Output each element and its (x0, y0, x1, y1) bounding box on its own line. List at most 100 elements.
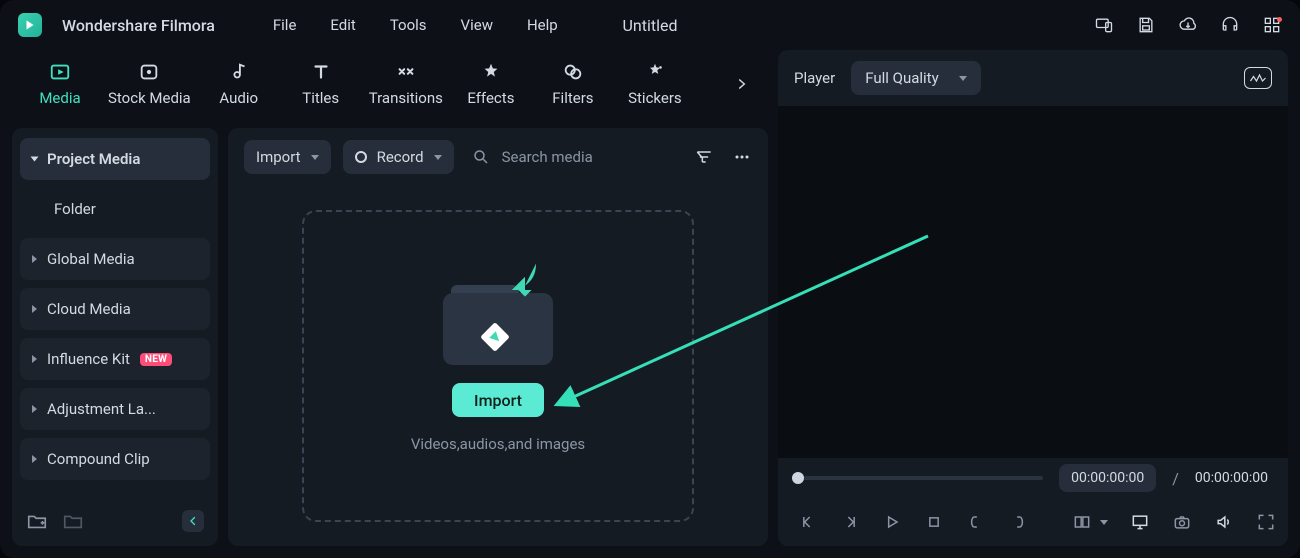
chevron-down-icon (434, 155, 442, 160)
tab-label: Filters (552, 89, 593, 107)
menu-file[interactable]: File (273, 16, 297, 34)
sidebar-item-adjustment-layer[interactable]: Adjustment La... (20, 388, 210, 430)
app-name: Wondershare Filmora (62, 16, 215, 35)
sidebar-collapse-button[interactable] (182, 510, 204, 532)
new-badge: NEW (140, 353, 172, 366)
search-icon (472, 148, 490, 166)
scrub-thumb[interactable] (792, 472, 804, 484)
tab-label: Audio (219, 89, 258, 107)
tab-label: Titles (302, 89, 339, 107)
scrub-track[interactable] (798, 476, 1043, 480)
timecode-current[interactable]: 00:00:00:00 (1059, 464, 1156, 492)
sidebar-item-label: Project Media (47, 150, 140, 168)
chevron-down-icon (311, 155, 319, 160)
mark-in-icon[interactable] (966, 511, 986, 533)
sidebar-item-label: Global Media (47, 250, 135, 268)
title-bar: Wondershare Filmora File Edit Tools View… (0, 0, 1300, 50)
tab-label: Media (39, 89, 80, 107)
menu-view[interactable]: View (461, 16, 493, 34)
chevron-right-icon (32, 255, 37, 263)
chevron-down-icon (959, 76, 967, 81)
support-icon[interactable] (1220, 15, 1240, 35)
tab-stickers[interactable]: Stickers (621, 61, 689, 107)
import-dropdown-label: Import (256, 148, 301, 166)
fullscreen-icon[interactable] (1256, 511, 1276, 533)
snapshot-icon[interactable] (1172, 511, 1192, 533)
record-icon (355, 151, 367, 163)
tab-transitions[interactable]: Transitions (369, 61, 443, 107)
folder-illustration (443, 279, 553, 365)
import-dropzone[interactable]: Import Videos,audios,and images (228, 186, 768, 546)
record-dropdown[interactable]: Record (343, 140, 454, 174)
filmora-mark-icon (481, 323, 509, 351)
tab-label: Stock Media (108, 89, 191, 107)
search-box (472, 147, 670, 167)
chevron-down-icon[interactable] (1100, 520, 1108, 525)
quality-select[interactable]: Full Quality (851, 61, 980, 95)
search-input[interactable] (500, 147, 670, 167)
sidebar-item-label: Compound Clip (47, 450, 150, 468)
mark-out-icon[interactable] (1008, 511, 1028, 533)
sidebar-item-folder[interactable]: Folder (20, 188, 210, 230)
apps-icon[interactable] (1262, 15, 1282, 35)
sidebar-item-compound-clip[interactable]: Compound Clip (20, 438, 210, 480)
tab-audio[interactable]: Audio (205, 61, 273, 107)
media-sidebar: Project Media Folder Global Media Cloud … (12, 128, 218, 546)
chevron-down-icon (31, 157, 39, 162)
app-logo (18, 13, 42, 37)
tab-filters[interactable]: Filters (539, 61, 607, 107)
chevron-right-icon (32, 305, 37, 313)
chevron-right-icon (32, 355, 37, 363)
tab-titles[interactable]: Titles (287, 61, 355, 107)
tabs-scroll-right[interactable] (730, 72, 754, 96)
next-frame-icon[interactable] (840, 511, 860, 533)
tab-label: Stickers (628, 89, 682, 107)
sidebar-item-label: Adjustment La... (47, 400, 156, 418)
sidebar-item-influence-kit[interactable]: Influence Kit NEW (20, 338, 210, 380)
sidebar-item-project-media[interactable]: Project Media (20, 138, 210, 180)
scopes-icon[interactable] (1244, 67, 1272, 89)
menu-bar: File Edit Tools View Help (273, 16, 558, 34)
sidebar-item-global-media[interactable]: Global Media (20, 238, 210, 280)
quality-value: Full Quality (865, 69, 938, 87)
tab-stock-media[interactable]: Stock Media (108, 61, 191, 107)
filter-icon[interactable] (694, 147, 714, 167)
preview-video (778, 106, 1288, 458)
download-arrow-icon (503, 257, 547, 301)
devices-icon[interactable] (1094, 15, 1114, 35)
tab-label: Effects (467, 89, 514, 107)
preview-controls (778, 498, 1288, 546)
new-folder-icon[interactable] (26, 510, 48, 532)
tab-media[interactable]: Media (26, 61, 94, 107)
media-toolbar: Import Record (228, 128, 768, 186)
preview-scrubber: 00:00:00:00 / 00:00:00:00 (778, 458, 1288, 498)
display-icon[interactable] (1130, 511, 1150, 533)
preview-panel: Player Full Quality 00:00:00:00 / 00:00:… (778, 50, 1288, 546)
notification-dot (1277, 17, 1282, 22)
module-tabs: Media Stock Media Audio Titles Transitio… (12, 50, 768, 118)
import-button[interactable]: Import (452, 383, 544, 417)
volume-icon[interactable] (1214, 511, 1234, 533)
chevron-right-icon (32, 405, 37, 413)
stop-icon[interactable] (924, 511, 944, 533)
record-dropdown-label: Record (377, 148, 424, 166)
save-icon[interactable] (1136, 15, 1156, 35)
media-content: Import Record (228, 128, 768, 546)
dropzone-caption: Videos,audios,and images (411, 435, 585, 453)
sidebar-item-cloud-media[interactable]: Cloud Media (20, 288, 210, 330)
folder-icon[interactable] (62, 510, 84, 532)
cloud-download-icon[interactable] (1178, 15, 1198, 35)
chevron-right-icon (32, 455, 37, 463)
compare-icon[interactable] (1072, 511, 1092, 533)
tab-effects[interactable]: Effects (457, 61, 525, 107)
sidebar-item-label: Cloud Media (47, 300, 131, 318)
play-icon[interactable] (882, 511, 902, 533)
import-dropdown[interactable]: Import (244, 140, 331, 174)
menu-edit[interactable]: Edit (330, 16, 355, 34)
sidebar-item-label: Influence Kit (47, 350, 130, 368)
menu-help[interactable]: Help (527, 16, 558, 34)
more-icon[interactable] (732, 147, 752, 167)
timecode-separator: / (1172, 469, 1179, 488)
prev-frame-icon[interactable] (798, 511, 818, 533)
menu-tools[interactable]: Tools (390, 16, 427, 34)
